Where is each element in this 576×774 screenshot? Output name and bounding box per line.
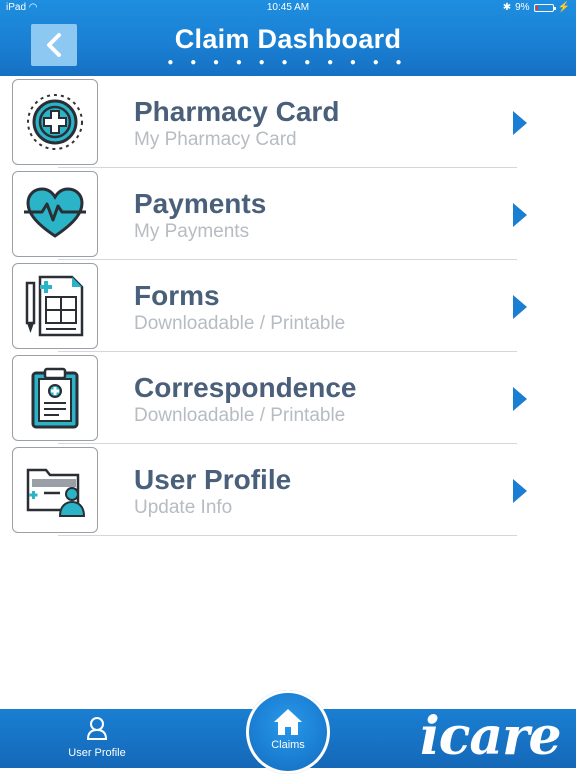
row-label: Pharmacy Card: [134, 96, 340, 127]
chevron-right-icon: [513, 111, 527, 135]
status-time: 10:45 AM: [266, 2, 310, 13]
heartbeat-icon: [12, 171, 98, 257]
row-label: Payments: [134, 188, 267, 219]
home-icon: [274, 709, 302, 735]
user-icon: [86, 717, 108, 740]
forms-icon: [12, 263, 98, 349]
tab-claims[interactable]: Claims: [246, 690, 330, 774]
row-divider: [58, 535, 517, 536]
list-item-payments[interactable]: Payments My Payments: [0, 168, 576, 260]
row-sublabel: My Payments: [134, 221, 250, 242]
profile-folder-icon: [12, 447, 98, 533]
chevron-right-icon: [513, 295, 527, 319]
tab-claims-label: Claims: [271, 739, 305, 751]
page-title: Claim Dashboard: [174, 24, 402, 54]
list-item-user-profile[interactable]: User Profile Update Info: [0, 444, 576, 536]
tab-user-profile[interactable]: User Profile: [52, 716, 142, 759]
status-right: ✱ 9% ⚡: [503, 0, 570, 16]
battery-icon: [533, 4, 556, 12]
row-sublabel: My Pharmacy Card: [134, 129, 297, 150]
chevron-right-icon: [513, 203, 527, 227]
row-label: User Profile: [134, 464, 292, 495]
page-dots: ● ● ● ● ● ● ● ● ● ● ●: [167, 57, 409, 68]
tab-user-profile-label: User Profile: [68, 747, 126, 759]
chevron-right-icon: [513, 387, 527, 411]
row-sublabel: Downloadable / Printable: [134, 313, 346, 334]
bluetooth-icon: ✱: [502, 2, 512, 13]
list-item-pharmacy-card[interactable]: Pharmacy Card My Pharmacy Card: [0, 76, 576, 168]
header-bar: iPad ◠ 10:45 AM ✱ 9% ⚡ Claim Dashboard ●…: [0, 0, 576, 76]
row-label: Correspondence: [134, 372, 357, 403]
row-sublabel: Downloadable / Printable: [134, 405, 346, 426]
chevron-right-icon: [513, 479, 527, 503]
icare-logo: icare: [420, 706, 562, 767]
list-item-forms[interactable]: Forms Downloadable / Printable: [0, 260, 576, 352]
battery-percent: 9%: [515, 2, 530, 13]
row-label: Forms: [134, 280, 220, 311]
dashboard-list: Pharmacy Card My Pharmacy Card Payments …: [0, 76, 576, 536]
list-item-correspondence[interactable]: Correspondence Downloadable / Printable: [0, 352, 576, 444]
clipboard-icon: [12, 355, 98, 441]
medical-cross-icon: [12, 79, 98, 165]
charging-icon: ⚡: [557, 2, 570, 13]
status-bar: iPad ◠ 10:45 AM ✱ 9% ⚡: [0, 0, 576, 16]
row-sublabel: Update Info: [134, 497, 233, 518]
